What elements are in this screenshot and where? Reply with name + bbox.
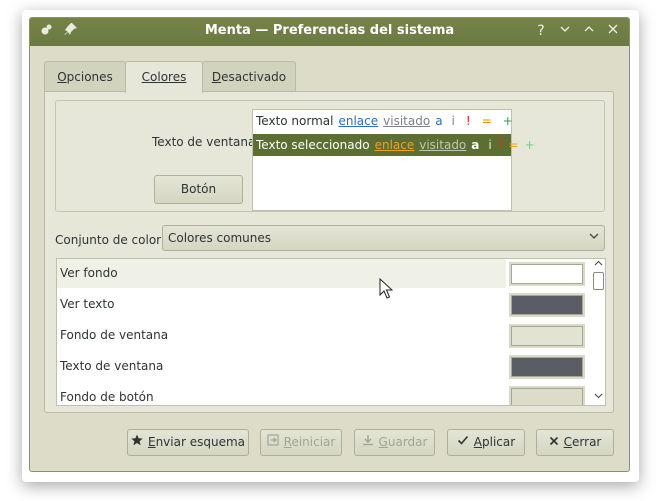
link-text: enlace: [338, 114, 379, 128]
tab-label: esactivado: [221, 70, 287, 84]
reset-icon: [267, 430, 279, 455]
window-text-label: Texto de ventana: [152, 135, 256, 149]
maximize-icon[interactable]: [580, 22, 598, 40]
download-icon: [362, 430, 374, 455]
button-label: einiciar: [291, 435, 336, 449]
button-mnemonic: A: [473, 435, 483, 449]
scrollbar[interactable]: [592, 259, 605, 405]
list-item[interactable]: Fondo de botón: [57, 383, 506, 405]
close-icon: [549, 430, 559, 455]
send-scheme-button[interactable]: Enviar esquema: [127, 429, 249, 456]
active-text: a: [435, 114, 443, 128]
visited-text: visitado: [383, 114, 431, 128]
scrollbar-thumb[interactable]: [593, 272, 604, 290]
selected-active-text: a: [471, 138, 480, 152]
help-icon[interactable]: ?: [532, 22, 550, 40]
chevron-down-icon: [588, 230, 600, 245]
color-set-select[interactable]: Colores comunes: [162, 225, 605, 251]
negative-text: !: [465, 114, 471, 128]
color-swatch-button[interactable]: [509, 262, 585, 286]
positive-text: +: [502, 114, 513, 128]
scroll-up-icon[interactable]: [592, 259, 605, 271]
selected-neutral-text: =: [508, 138, 519, 152]
preferences-window: Menta — Preferencias del sistema ? Opcio…: [29, 17, 630, 472]
button-label: errar: [572, 435, 602, 449]
minimize-icon[interactable]: [556, 22, 574, 40]
normal-text: Texto normal: [256, 114, 334, 128]
selected-visited-text: visitado: [419, 138, 467, 152]
titlebar[interactable]: Menta — Preferencias del sistema ?: [30, 18, 629, 46]
mouse-cursor-icon: [379, 278, 393, 299]
scroll-down-icon[interactable]: [592, 391, 605, 403]
selected-link-text: enlace: [374, 138, 415, 152]
list-item[interactable]: Ver fondo: [57, 259, 506, 288]
star-icon: [131, 430, 143, 455]
color-swatch-button[interactable]: [509, 324, 585, 348]
apply-button[interactable]: Aplicar: [447, 429, 525, 456]
inactive-text: i: [451, 114, 455, 128]
color-set-value: Colores comunes: [168, 231, 271, 245]
selected-positive-text: +: [524, 138, 535, 152]
list-item[interactable]: Ver texto: [57, 290, 506, 319]
color-swatch-button[interactable]: [509, 355, 585, 379]
list-item[interactable]: Texto de ventana: [57, 352, 506, 381]
normal-text-row: Texto normal enlace visitado a i! = +: [253, 110, 513, 134]
tab-desactivado[interactable]: Desactivado: [202, 61, 296, 92]
tab-colores[interactable]: Colores: [125, 61, 203, 93]
selected-text-row: Texto seleccionado enlace visitado a i! = +: [253, 134, 535, 156]
button-mnemonic: G: [378, 435, 388, 449]
color-set-label: Conjunto de color:: [55, 233, 165, 247]
tab-mnemonic: O: [57, 70, 67, 84]
selected-negative-text: !: [497, 138, 503, 152]
preview-box: Texto normal enlace visitado a i! = + Texto se…: [252, 109, 535, 211]
button-label: uardar: [387, 435, 428, 449]
preview-button[interactable]: Botón: [154, 175, 243, 204]
button-mnemonic: C: [563, 435, 573, 449]
color-list[interactable]: Ver fondo Ver texto Fondo de ventana Tex…: [56, 258, 606, 406]
close-button[interactable]: Cerrar: [536, 429, 614, 456]
check-icon: [457, 430, 469, 455]
color-swatch-button[interactable]: [509, 386, 585, 405]
neutral-text: =: [481, 114, 492, 128]
selected-inactive-text: i: [488, 138, 492, 152]
button-label: plicar: [482, 435, 516, 449]
colors-pane: Texto de ventana Botón Texto normal enlac…: [44, 91, 614, 413]
button-mnemonic: E: [147, 435, 156, 449]
list-item[interactable]: Fondo de ventana: [57, 321, 506, 350]
tab-mnemonic: D: [211, 70, 222, 84]
close-icon[interactable]: [604, 22, 622, 40]
tab-label: Colores: [141, 70, 187, 84]
color-swatch-button[interactable]: [509, 293, 585, 317]
reset-button[interactable]: Reiniciar: [260, 429, 342, 456]
tab-label: pciones: [66, 70, 113, 84]
button-label: nviar esquema: [155, 435, 246, 449]
tab-opciones[interactable]: Opciones: [44, 61, 126, 92]
selected-text: Texto seleccionado: [256, 138, 370, 152]
save-button[interactable]: Guardar: [354, 429, 435, 456]
preview-group: Texto de ventana Botón Texto normal enlac…: [55, 100, 605, 212]
